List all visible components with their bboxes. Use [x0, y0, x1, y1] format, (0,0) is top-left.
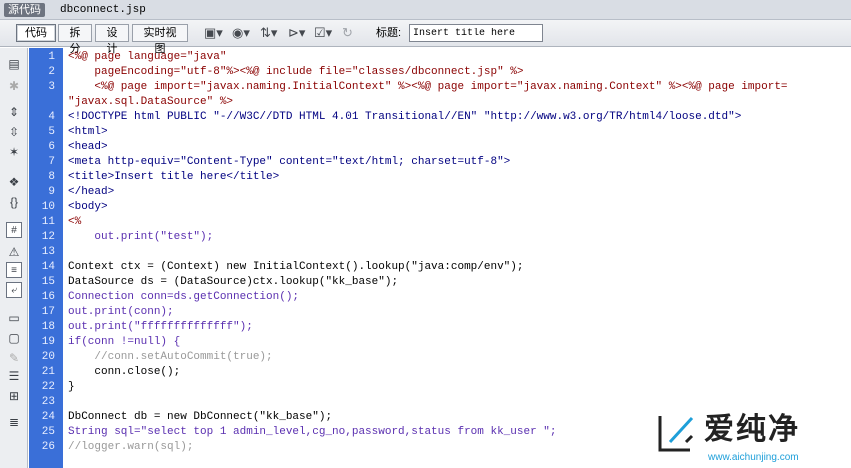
line-number: 10 — [41, 201, 55, 213]
line-number: 17 — [41, 306, 55, 318]
document-title-label: 标题: — [376, 27, 402, 39]
preview-globe-icon[interactable]: ◉▾ — [232, 25, 250, 41]
line-number: 6 — [48, 141, 55, 153]
line-number: 14 — [41, 261, 55, 273]
design-view-button[interactable]: 设计 — [95, 24, 129, 55]
highlight-invalid-code-icon[interactable]: ⚠ — [6, 244, 22, 260]
code-line[interactable]: //logger.warn(sql); — [68, 440, 193, 455]
code-line[interactable]: </head> — [68, 185, 114, 200]
live-view-button[interactable]: 实时视图 — [132, 24, 188, 55]
code-line[interactable]: <head> — [68, 140, 108, 155]
watermark: 爱纯净 www.aichunjing.com — [648, 410, 848, 466]
code-line[interactable]: out.print(conn); — [68, 305, 174, 320]
show-code-navigator-icon[interactable]: ✱ — [6, 78, 22, 94]
code-line[interactable]: String sql="select top 1 admin_level,cg_… — [68, 425, 556, 440]
wrap-tag-icon[interactable]: ✎ — [6, 350, 22, 366]
code-line[interactable]: <%@ page import="javax.naming.InitialCon… — [68, 80, 787, 95]
collapse-full-tag-icon[interactable]: ⇕ — [6, 104, 22, 120]
refresh-icon[interactable]: ↻ — [342, 25, 353, 41]
code-line[interactable]: <body> — [68, 200, 108, 215]
line-number: 20 — [41, 351, 55, 363]
code-line[interactable]: <title>Insert title here</title> — [68, 170, 279, 185]
code-editor[interactable]: <%@ page language="java" pageEncoding="u… — [68, 48, 851, 468]
coding-toolbar: ▤ ✱ ⇕ ⇳ ✶ ❖ {} # ⚠ ≡ ⤶ ▭ ▢ ✎ ☰ ⊞ ≣ — [0, 48, 28, 468]
recent-snippets-icon[interactable]: ☰ — [6, 368, 22, 384]
line-number: 7 — [48, 156, 55, 168]
watermark-url: www.aichunjing.com — [708, 452, 799, 463]
line-number: 22 — [41, 381, 55, 393]
code-line[interactable]: DataSource ds = (DataSource)ctx.lookup("… — [68, 275, 398, 290]
remove-comment-icon[interactable]: ▢ — [6, 330, 22, 346]
code-line[interactable]: DbConnect db = new DbConnect("kk_base"); — [68, 410, 332, 425]
line-number: 1 — [48, 51, 55, 63]
line-number: 9 — [48, 186, 55, 198]
split-view-button[interactable]: 拆分 — [58, 24, 92, 55]
move-css-icon[interactable]: ⊞ — [6, 388, 22, 404]
visual-aids-icon[interactable]: ⊳▾ — [288, 25, 305, 41]
collapse-selection-icon[interactable]: ⇳ — [6, 124, 22, 140]
line-number: 13 — [41, 246, 55, 258]
code-line[interactable]: //conn.setAutoCommit(true); — [68, 350, 272, 365]
source-code-badge[interactable]: 源代码 — [4, 3, 45, 17]
code-line[interactable]: conn.close(); — [68, 365, 180, 380]
line-number: 21 — [41, 366, 55, 378]
line-number: 8 — [48, 171, 55, 183]
line-number: 16 — [41, 291, 55, 303]
line-number: 11 — [41, 216, 55, 228]
code-line[interactable]: out.print("ffffffffffffff"); — [68, 320, 253, 335]
validate-icon[interactable]: ☑▾ — [314, 25, 332, 41]
format-source-icon[interactable]: ≣ — [6, 414, 22, 430]
line-number: 23 — [41, 396, 55, 408]
line-number: 5 — [48, 126, 55, 138]
document-tab-bar: 源代码 dbconnect.jsp — [0, 0, 851, 20]
document-title-input[interactable] — [409, 24, 543, 42]
line-number: 25 — [41, 426, 55, 438]
watermark-brand: 爱纯净 — [704, 413, 800, 446]
line-number: 3 — [48, 81, 55, 93]
line-number: 15 — [41, 276, 55, 288]
open-documents-icon[interactable]: ▤ — [6, 56, 22, 72]
code-view-button[interactable]: 代码 — [16, 24, 56, 42]
code-line[interactable]: <%@ page language="java" — [68, 50, 226, 65]
line-numbers-icon[interactable]: # — [6, 222, 22, 238]
multiscreen-icon[interactable]: ▣▾ — [204, 25, 223, 41]
apply-comment-icon[interactable]: ▭ — [6, 310, 22, 326]
line-number: 2 — [48, 66, 55, 78]
syntax-coloring-icon[interactable]: ≡ — [6, 262, 22, 278]
code-line[interactable]: } — [68, 380, 75, 395]
code-line[interactable]: Context ctx = (Context) new InitialConte… — [68, 260, 523, 275]
document-toolbar: 代码 拆分 设计 实时视图 ▣▾ ◉▾ ⇅▾ ⊳▾ ☑▾ ↻ 标题: — [0, 20, 851, 55]
line-number: 4 — [48, 111, 55, 123]
code-line[interactable]: <% — [68, 215, 81, 230]
code-line[interactable]: <html> — [68, 125, 108, 140]
balance-braces-icon[interactable]: {} — [6, 194, 22, 210]
code-line[interactable]: if(conn !=null) { — [68, 335, 180, 350]
word-wrap-icon[interactable]: ⤶ — [6, 282, 22, 298]
expand-all-icon[interactable]: ✶ — [6, 144, 22, 160]
file-management-icon[interactable]: ⇅▾ — [260, 25, 277, 41]
code-line[interactable]: <meta http-equiv="Content-Type" content=… — [68, 155, 510, 170]
line-number-gutter: 1 2 3 4 5 6 7 8 9 10 11 12 13 14 15 16 17 18 19 20 21 22 23 24 2… — [29, 48, 63, 468]
line-number: 24 — [41, 411, 55, 423]
code-line[interactable]: Connection conn=ds.getConnection(); — [68, 290, 299, 305]
code-line[interactable]: <!DOCTYPE html PUBLIC "-//W3C//DTD HTML … — [68, 110, 741, 125]
line-number: 26 — [41, 441, 55, 453]
line-number: 12 — [41, 231, 55, 243]
select-parent-tag-icon[interactable]: ❖ — [6, 174, 22, 190]
watermark-logo-icon — [658, 416, 694, 452]
code-line[interactable]: out.print("test"); — [68, 230, 213, 245]
line-number: 19 — [41, 336, 55, 348]
file-name-tab[interactable]: dbconnect.jsp — [60, 3, 146, 17]
code-line[interactable]: "javax.sql.DataSource" %> — [68, 95, 233, 110]
code-line[interactable]: pageEncoding="utf-8"%><%@ include file="… — [68, 65, 523, 80]
line-number: 18 — [41, 321, 55, 333]
